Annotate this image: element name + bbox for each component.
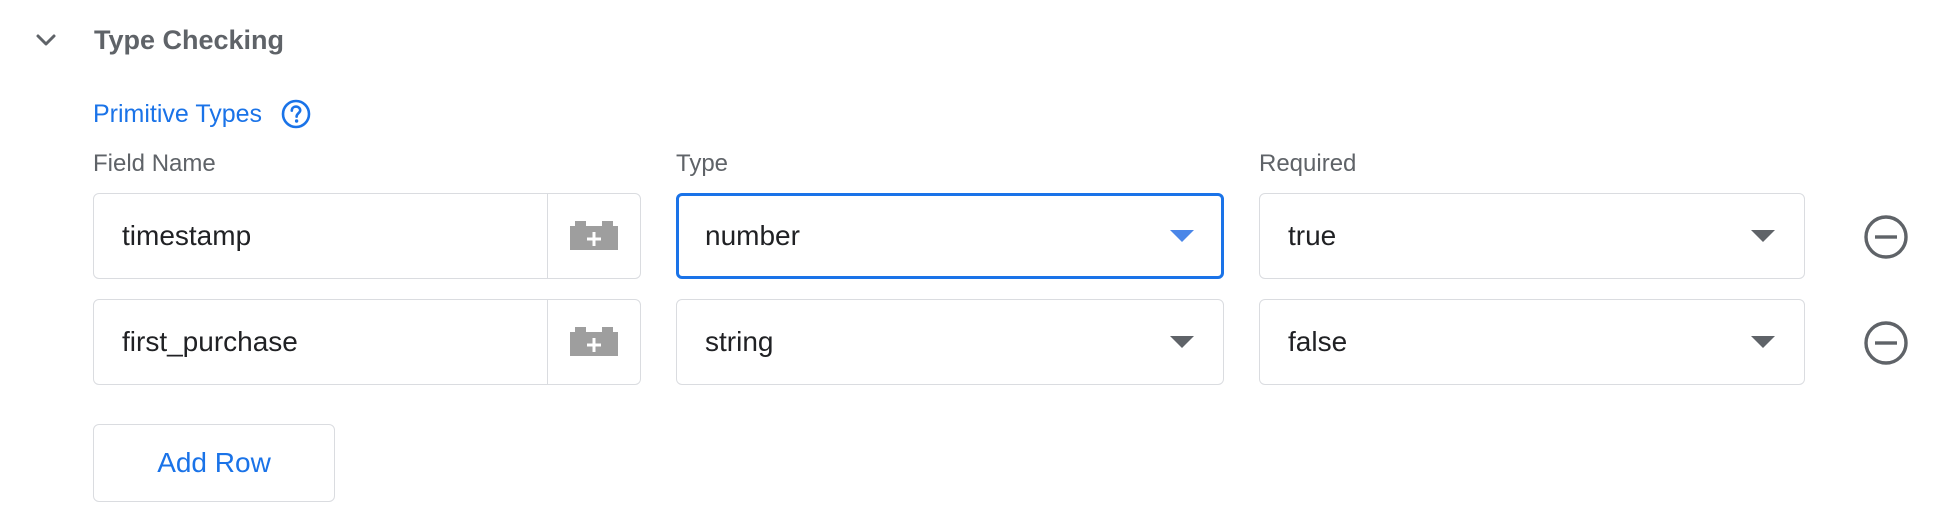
type-select-value: number (705, 220, 800, 251)
type-column-header: Type (676, 150, 729, 177)
field-name-value[interactable]: first_purchase (94, 300, 547, 384)
dropdown-caret-icon (1170, 230, 1194, 242)
dropdown-caret-icon (1751, 230, 1775, 242)
required-column-header: Required (1259, 150, 1357, 177)
required-select-value: false (1288, 326, 1348, 357)
type-checking-section-header[interactable]: Type Checking (32, 16, 284, 64)
group-title: Primitive Types (93, 99, 263, 128)
remove-circle-icon[interactable] (1862, 213, 1910, 261)
section-title: Type Checking (94, 24, 285, 55)
remove-circle-icon[interactable] (1862, 319, 1910, 367)
variable-block-icon[interactable] (547, 194, 640, 278)
add-row-button[interactable]: Add Row (93, 424, 335, 502)
dropdown-caret-icon (1170, 336, 1194, 348)
field-name-input[interactable]: timestamp (93, 193, 641, 279)
required-select-value: true (1288, 220, 1337, 251)
field-name-column-header: Field Name (93, 150, 216, 177)
variable-block-icon[interactable] (547, 300, 640, 384)
chevron-down-icon[interactable] (32, 26, 60, 54)
type-select[interactable]: number (676, 193, 1224, 279)
primitive-types-group-header: Primitive Types (93, 96, 312, 132)
field-name-value[interactable]: timestamp (94, 194, 547, 278)
help-circle-icon[interactable] (280, 98, 312, 130)
type-select-value: string (705, 326, 774, 357)
type-select[interactable]: string (676, 299, 1224, 385)
table-row: first_purchase string false (0, 299, 1952, 387)
field-name-input[interactable]: first_purchase (93, 299, 641, 385)
required-select[interactable]: true (1259, 193, 1805, 279)
required-select[interactable]: false (1259, 299, 1805, 385)
dropdown-caret-icon (1751, 336, 1775, 348)
table-row: timestamp number true (0, 193, 1952, 281)
